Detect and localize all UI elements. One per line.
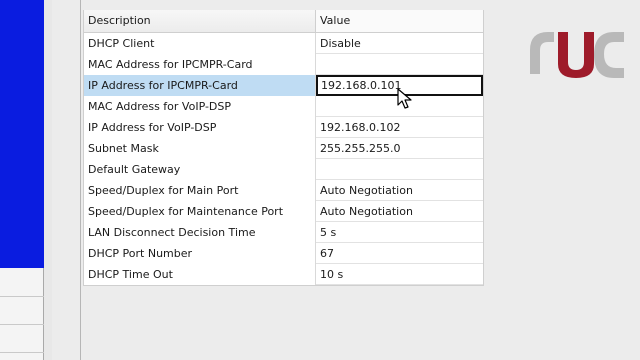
row-description: IP Address for IPCMPR-Card [84, 75, 316, 96]
row-description: Speed/Duplex for Main Port [84, 180, 316, 201]
row-description: DHCP Port Number [84, 243, 316, 264]
mouse-pointer-icon [397, 88, 412, 109]
row-value[interactable] [316, 54, 483, 75]
grid-header: Description Value [84, 10, 483, 33]
table-row[interactable]: DHCP Client Disable [84, 33, 483, 54]
table-row-selected[interactable]: IP Address for IPCMPR-Card 192.168.0.101 [84, 75, 483, 96]
table-row[interactable]: Speed/Duplex for Maintenance Port Auto N… [84, 201, 483, 222]
splitter[interactable] [44, 0, 52, 360]
row-value[interactable]: Auto Negotiation [316, 180, 483, 201]
table-row[interactable]: LAN Disconnect Decision Time 5 s [84, 222, 483, 243]
row-description: MAC Address for VoIP-DSP [84, 96, 316, 117]
table-row[interactable]: Default Gateway [84, 159, 483, 180]
row-value[interactable]: 255.255.255.0 [316, 138, 483, 159]
table-row[interactable]: IP Address for VoIP-DSP 192.168.0.102 [84, 117, 483, 138]
table-row[interactable]: MAC Address for IPCMPR-Card [84, 54, 483, 75]
table-row[interactable]: DHCP Port Number 67 [84, 243, 483, 264]
row-description: DHCP Client [84, 33, 316, 54]
panel-border [80, 0, 81, 360]
left-panel-selected-area[interactable] [0, 0, 44, 268]
row-value[interactable]: Disable [316, 33, 483, 54]
row-value[interactable] [316, 159, 483, 180]
list-divider [0, 352, 44, 353]
row-description: DHCP Time Out [84, 264, 316, 285]
left-panel-list[interactable] [0, 268, 44, 360]
row-description: Speed/Duplex for Maintenance Port [84, 201, 316, 222]
row-description: Subnet Mask [84, 138, 316, 159]
column-header-value[interactable]: Value [316, 10, 483, 32]
row-description: Default Gateway [84, 159, 316, 180]
table-row[interactable]: MAC Address for VoIP-DSP [84, 96, 483, 117]
property-grid[interactable]: Description Value DHCP Client Disable MA… [83, 10, 484, 286]
table-row[interactable]: Speed/Duplex for Main Port Auto Negotiat… [84, 180, 483, 201]
table-row[interactable]: DHCP Time Out 10 s [84, 264, 483, 285]
row-value[interactable]: 10 s [316, 264, 483, 285]
row-value[interactable]: 5 s [316, 222, 483, 243]
row-value[interactable]: 67 [316, 243, 483, 264]
list-divider [0, 296, 44, 297]
list-divider [0, 324, 44, 325]
watermark-logo [530, 32, 624, 78]
table-row[interactable]: Subnet Mask 255.255.255.0 [84, 138, 483, 159]
row-value[interactable]: Auto Negotiation [316, 201, 483, 222]
row-description: IP Address for VoIP-DSP [84, 117, 316, 138]
column-header-description[interactable]: Description [84, 10, 316, 32]
row-value[interactable]: 192.168.0.102 [316, 117, 483, 138]
row-description: MAC Address for IPCMPR-Card [84, 54, 316, 75]
row-description: LAN Disconnect Decision Time [84, 222, 316, 243]
